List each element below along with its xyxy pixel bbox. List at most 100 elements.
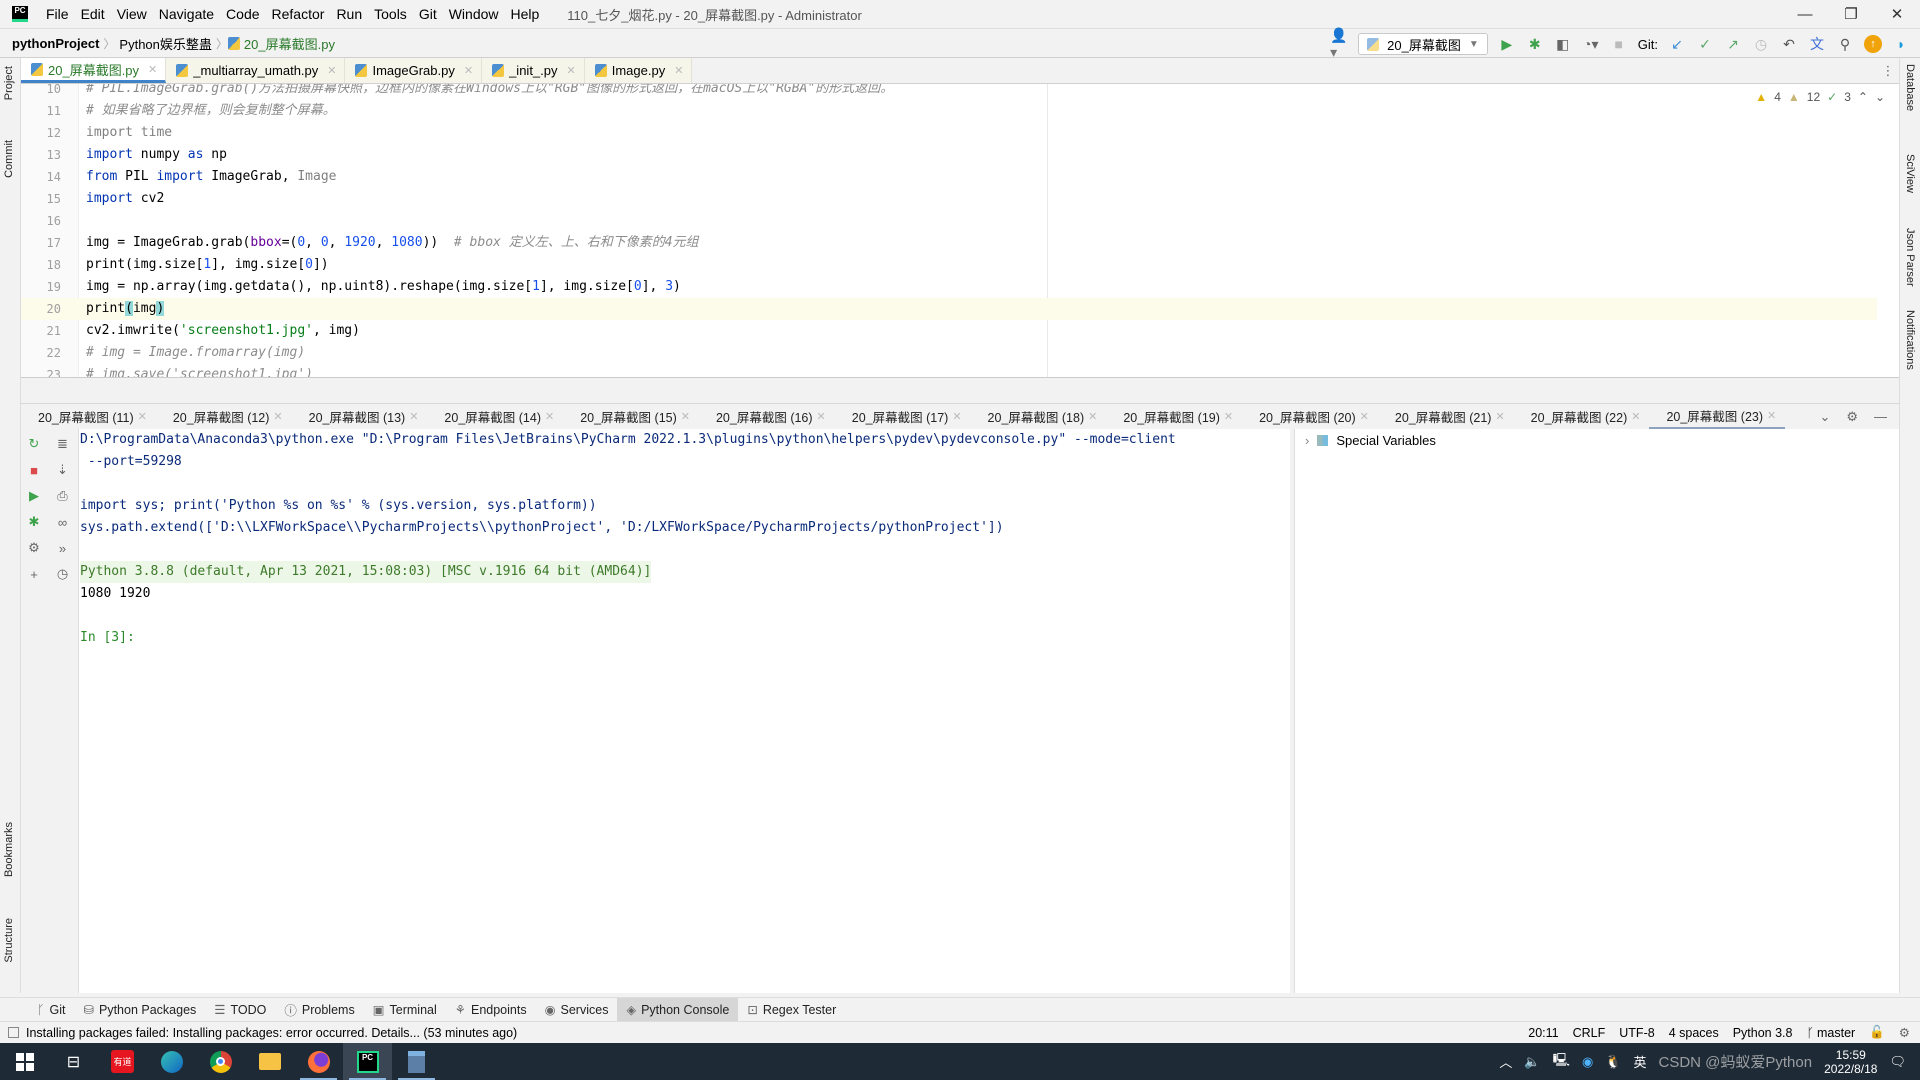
close-tab-icon[interactable]: ✕ (681, 410, 690, 423)
git-branch-widget[interactable]: ᚴ master (1806, 1026, 1855, 1040)
show-variables-icon[interactable]: ∞ (47, 511, 78, 533)
project-tool-button[interactable]: Project (3, 66, 15, 100)
menu-run[interactable]: Run (330, 6, 368, 22)
console-tab[interactable]: 20_屏幕截图 (19) ✕ (1106, 404, 1242, 430)
console-tab[interactable]: 20_屏幕截图 (20) ✕ (1242, 404, 1378, 430)
print-icon[interactable]: ⎙ (47, 485, 78, 507)
run-configuration-select[interactable]: 20_屏幕截图 ▼ (1358, 33, 1488, 55)
youdao-app[interactable]: 有道 (98, 1043, 147, 1080)
breadcrumb-project[interactable]: pythonProject (8, 36, 103, 51)
breadcrumb-file[interactable]: 20_屏幕截图.py (240, 34, 339, 53)
clock[interactable]: 15:59 2022/8/18 (1824, 1048, 1877, 1076)
git-update-icon[interactable]: ↙ (1668, 35, 1686, 53)
line-separator[interactable]: CRLF (1573, 1026, 1606, 1040)
console-tab[interactable]: 20_屏幕截图 (14) ✕ (427, 404, 563, 430)
menu-git[interactable]: Git (413, 6, 443, 22)
python-console-output[interactable]: D:\ProgramData\Anaconda3\python.exe "D:\… (79, 429, 1290, 993)
close-window-button[interactable]: ✕ (1874, 0, 1920, 28)
menu-code[interactable]: Code (220, 6, 265, 22)
code-line[interactable]: 14 from PIL import ImageGrab, Image (21, 166, 1877, 188)
editor-tab[interactable]: Image.py ✕ (584, 58, 693, 83)
close-tab-icon[interactable]: ✕ (1767, 409, 1776, 422)
notifications-tool-button[interactable]: Notifications (1904, 310, 1916, 370)
console-prompt[interactable]: In [3]: (80, 627, 135, 649)
calculator-app[interactable] (392, 1043, 441, 1080)
menu-help[interactable]: Help (505, 6, 546, 22)
rollback-icon[interactable]: ↶ (1780, 35, 1798, 53)
console-tab[interactable]: 20_屏幕截图 (18) ✕ (971, 404, 1107, 430)
close-tab-icon[interactable]: ✕ (148, 63, 157, 76)
profile-icon[interactable]: ◔▾ (1582, 35, 1600, 53)
close-tab-icon[interactable]: ✕ (464, 64, 473, 77)
breadcrumb-folder[interactable]: Python娱乐整蛊 (115, 34, 215, 53)
git-commit-icon[interactable]: ✓ (1696, 35, 1714, 53)
tool-window-git[interactable]: ᚴ Git (28, 998, 75, 1022)
settings-icon[interactable]: ⚙ (21, 537, 47, 559)
network-icon[interactable]: 🖳 (1553, 1051, 1570, 1073)
editor-tab[interactable]: _multiarray_umath.py ✕ (166, 58, 346, 83)
menu-view[interactable]: View (111, 6, 153, 22)
file-encoding[interactable]: UTF-8 (1619, 1026, 1654, 1040)
console-tab[interactable]: 20_屏幕截图 (22) ✕ (1514, 404, 1650, 430)
pycharm-app[interactable]: PC (343, 1043, 392, 1080)
console-tab[interactable]: 20_屏幕截图 (21) ✕ (1378, 404, 1514, 430)
settings-icon[interactable]: ⚙ (1899, 1025, 1910, 1040)
menu-navigate[interactable]: Navigate (153, 6, 220, 22)
code-line[interactable]: 17 img = ImageGrab.grab(bbox=(0, 0, 1920,… (21, 232, 1877, 254)
caret-position[interactable]: 20:11 (1528, 1026, 1558, 1040)
tool-window-terminal[interactable]: ▣ Terminal (364, 998, 446, 1022)
previous-highlight-icon[interactable]: ⌃ (1858, 90, 1868, 104)
console-tab[interactable]: 20_屏幕截图 (16) ✕ (699, 404, 835, 430)
code-line[interactable]: 19 img = np.array(img.getdata(), np.uint8… (21, 276, 1877, 298)
event-log-icon[interactable] (8, 1027, 19, 1038)
indent-setting[interactable]: 4 spaces (1669, 1026, 1719, 1040)
expand-icon[interactable]: › (1305, 433, 1309, 448)
plugin-icon[interactable]: ◗ (1892, 35, 1910, 53)
file-explorer-app[interactable] (245, 1043, 294, 1080)
gear-icon[interactable]: ⚙ (1846, 409, 1858, 425)
code-line[interactable]: 16 (21, 210, 1877, 232)
inspection-widget[interactable]: ▲ 4 ▲ 12 ✓ 3 ⌃ ⌄ (1755, 90, 1885, 104)
firefox-app[interactable] (294, 1043, 343, 1080)
console-tab[interactable]: 20_屏幕截图 (15) ✕ (563, 404, 699, 430)
qq-browser-icon[interactable]: ◉ (1582, 1054, 1593, 1070)
console-tab[interactable]: 20_屏幕截图 (17) ✕ (835, 404, 971, 430)
tool-window-endpoints[interactable]: ⚘ Endpoints (446, 998, 536, 1022)
restore-button[interactable]: ❐ (1828, 0, 1874, 28)
editor-tab[interactable]: 20_屏幕截图.py ✕ (21, 58, 167, 83)
bookmarks-tool-button[interactable]: Bookmarks (3, 822, 15, 877)
database-tool-button[interactable]: Database (1904, 64, 1916, 111)
console-tab[interactable]: 20_屏幕截图 (13) ✕ (292, 404, 428, 430)
menu-edit[interactable]: Edit (75, 6, 111, 22)
close-tab-icon[interactable]: ✕ (545, 410, 554, 423)
stop-icon[interactable]: ■ (1610, 35, 1628, 53)
close-tab-icon[interactable]: ✕ (273, 410, 282, 423)
close-tab-icon[interactable]: ✕ (567, 64, 576, 77)
task-view-button[interactable]: ⊟ (49, 1043, 98, 1080)
code-line[interactable]: 15 import cv2 (21, 188, 1877, 210)
next-highlight-icon[interactable]: ⌄ (1875, 90, 1885, 104)
editor-tab[interactable]: _init_.py ✕ (482, 58, 585, 83)
editor-tab[interactable]: ImageGrab.py ✕ (345, 58, 483, 83)
user-icon[interactable]: 👤▾ (1330, 27, 1348, 60)
code-editor[interactable]: 10 # PIL.ImageGrab.grab()方法拍摄屏幕快照，边框内的像素在… (21, 84, 1899, 378)
close-tab-icon[interactable]: ✕ (409, 410, 418, 423)
console-tab[interactable]: 20_屏幕截图 (11) ✕ (21, 404, 156, 430)
code-line[interactable]: 11 # 如果省略了边界框，则会复制整个屏幕。 (21, 100, 1877, 122)
run-icon[interactable]: ▶ (1498, 35, 1516, 53)
chevron-down-icon[interactable]: ⌄ (1819, 409, 1830, 425)
commit-tool-button[interactable]: Commit (3, 140, 15, 178)
code-line[interactable]: 18 print(img.size[1], img.size[0]) (21, 254, 1877, 276)
close-tab-icon[interactable]: ✕ (327, 64, 336, 77)
menu-file[interactable]: File (40, 6, 75, 22)
special-variables-node[interactable]: › Special Variables (1305, 433, 1436, 448)
chrome-app[interactable] (196, 1043, 245, 1080)
close-tab-icon[interactable]: ✕ (817, 410, 826, 423)
tool-window-python-console[interactable]: ◈ Python Console (617, 997, 739, 1022)
tool-window-services[interactable]: ◉ Services (536, 998, 618, 1022)
git-push-icon[interactable]: ↗ (1724, 35, 1742, 53)
rerun-icon[interactable]: ↻ (21, 433, 47, 455)
python-interpreter[interactable]: Python 3.8 (1733, 1026, 1793, 1040)
menu-tools[interactable]: Tools (368, 6, 413, 22)
code-line[interactable]: 12 import time (21, 122, 1877, 144)
